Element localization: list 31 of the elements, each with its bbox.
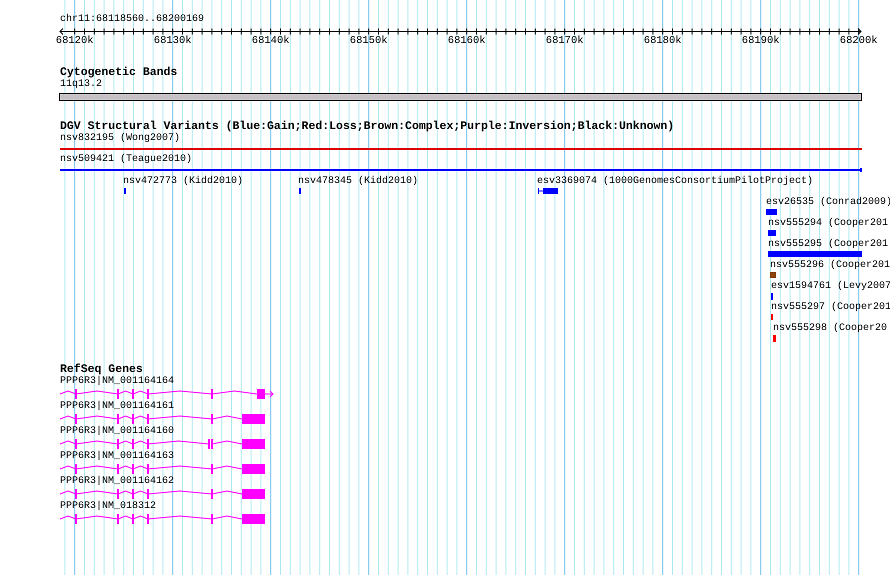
variant-label: esv3369074 (1000GenomesConsortiumPilotProject) <box>537 176 814 188</box>
gene-label: PPP6R3|NM_018312 <box>60 501 156 513</box>
axis-label: 68120k <box>56 35 94 47</box>
axis-label: 68200k <box>840 35 878 47</box>
axis-label: 68130k <box>154 35 192 47</box>
position-label: chr11:68118560..68200169 <box>60 14 204 26</box>
band-label: 11q13.2 <box>60 79 102 91</box>
variant-label: nsv555296 (Cooper201 <box>770 260 890 272</box>
gene-label: PPP6R3|NM_001164160 <box>60 426 174 438</box>
variant-label: nsv472773 (Kidd2010) <box>123 176 244 188</box>
axis-label: 68180k <box>644 35 682 47</box>
variant-label: nsv478345 (Kidd2010) <box>298 176 418 188</box>
track-title: RefSeq Genes <box>60 364 143 376</box>
gene-label: PPP6R3|NM_001164163 <box>60 451 174 463</box>
track-title: Cytogenetic Bands <box>60 67 178 79</box>
gene-label: PPP6R3|NM_001164162 <box>60 476 174 488</box>
variant-label: nsv509421 (Teague2010) <box>60 154 192 166</box>
track-title: DGV Structural Variants (Blue:Gain;Red:Loss;Brown:Complex;Purple:Inversion;Black:Unknown) <box>60 121 674 133</box>
axis-label: 68160k <box>448 35 486 47</box>
axis-label: 68140k <box>252 35 290 47</box>
gene-label: PPP6R3|NM_001164164 <box>60 376 174 388</box>
variant-label: nsv555294 (Cooper201 <box>768 218 888 230</box>
variant-label: nsv555295 (Cooper201 <box>768 239 888 251</box>
variant-label: esv26535 (Conrad2009) <box>766 197 890 209</box>
gene-label: PPP6R3|NM_001164161 <box>60 401 174 413</box>
variant-label: nsv832195 (Wong2007) <box>60 133 180 145</box>
axis-label: 68150k <box>350 35 388 47</box>
axis-label: 68190k <box>742 35 780 47</box>
variant-label: esv1594761 (Levy2007 <box>771 281 890 293</box>
axis-label: 68170k <box>546 35 584 47</box>
variant-label: nsv555298 (Cooper20 <box>773 323 888 335</box>
